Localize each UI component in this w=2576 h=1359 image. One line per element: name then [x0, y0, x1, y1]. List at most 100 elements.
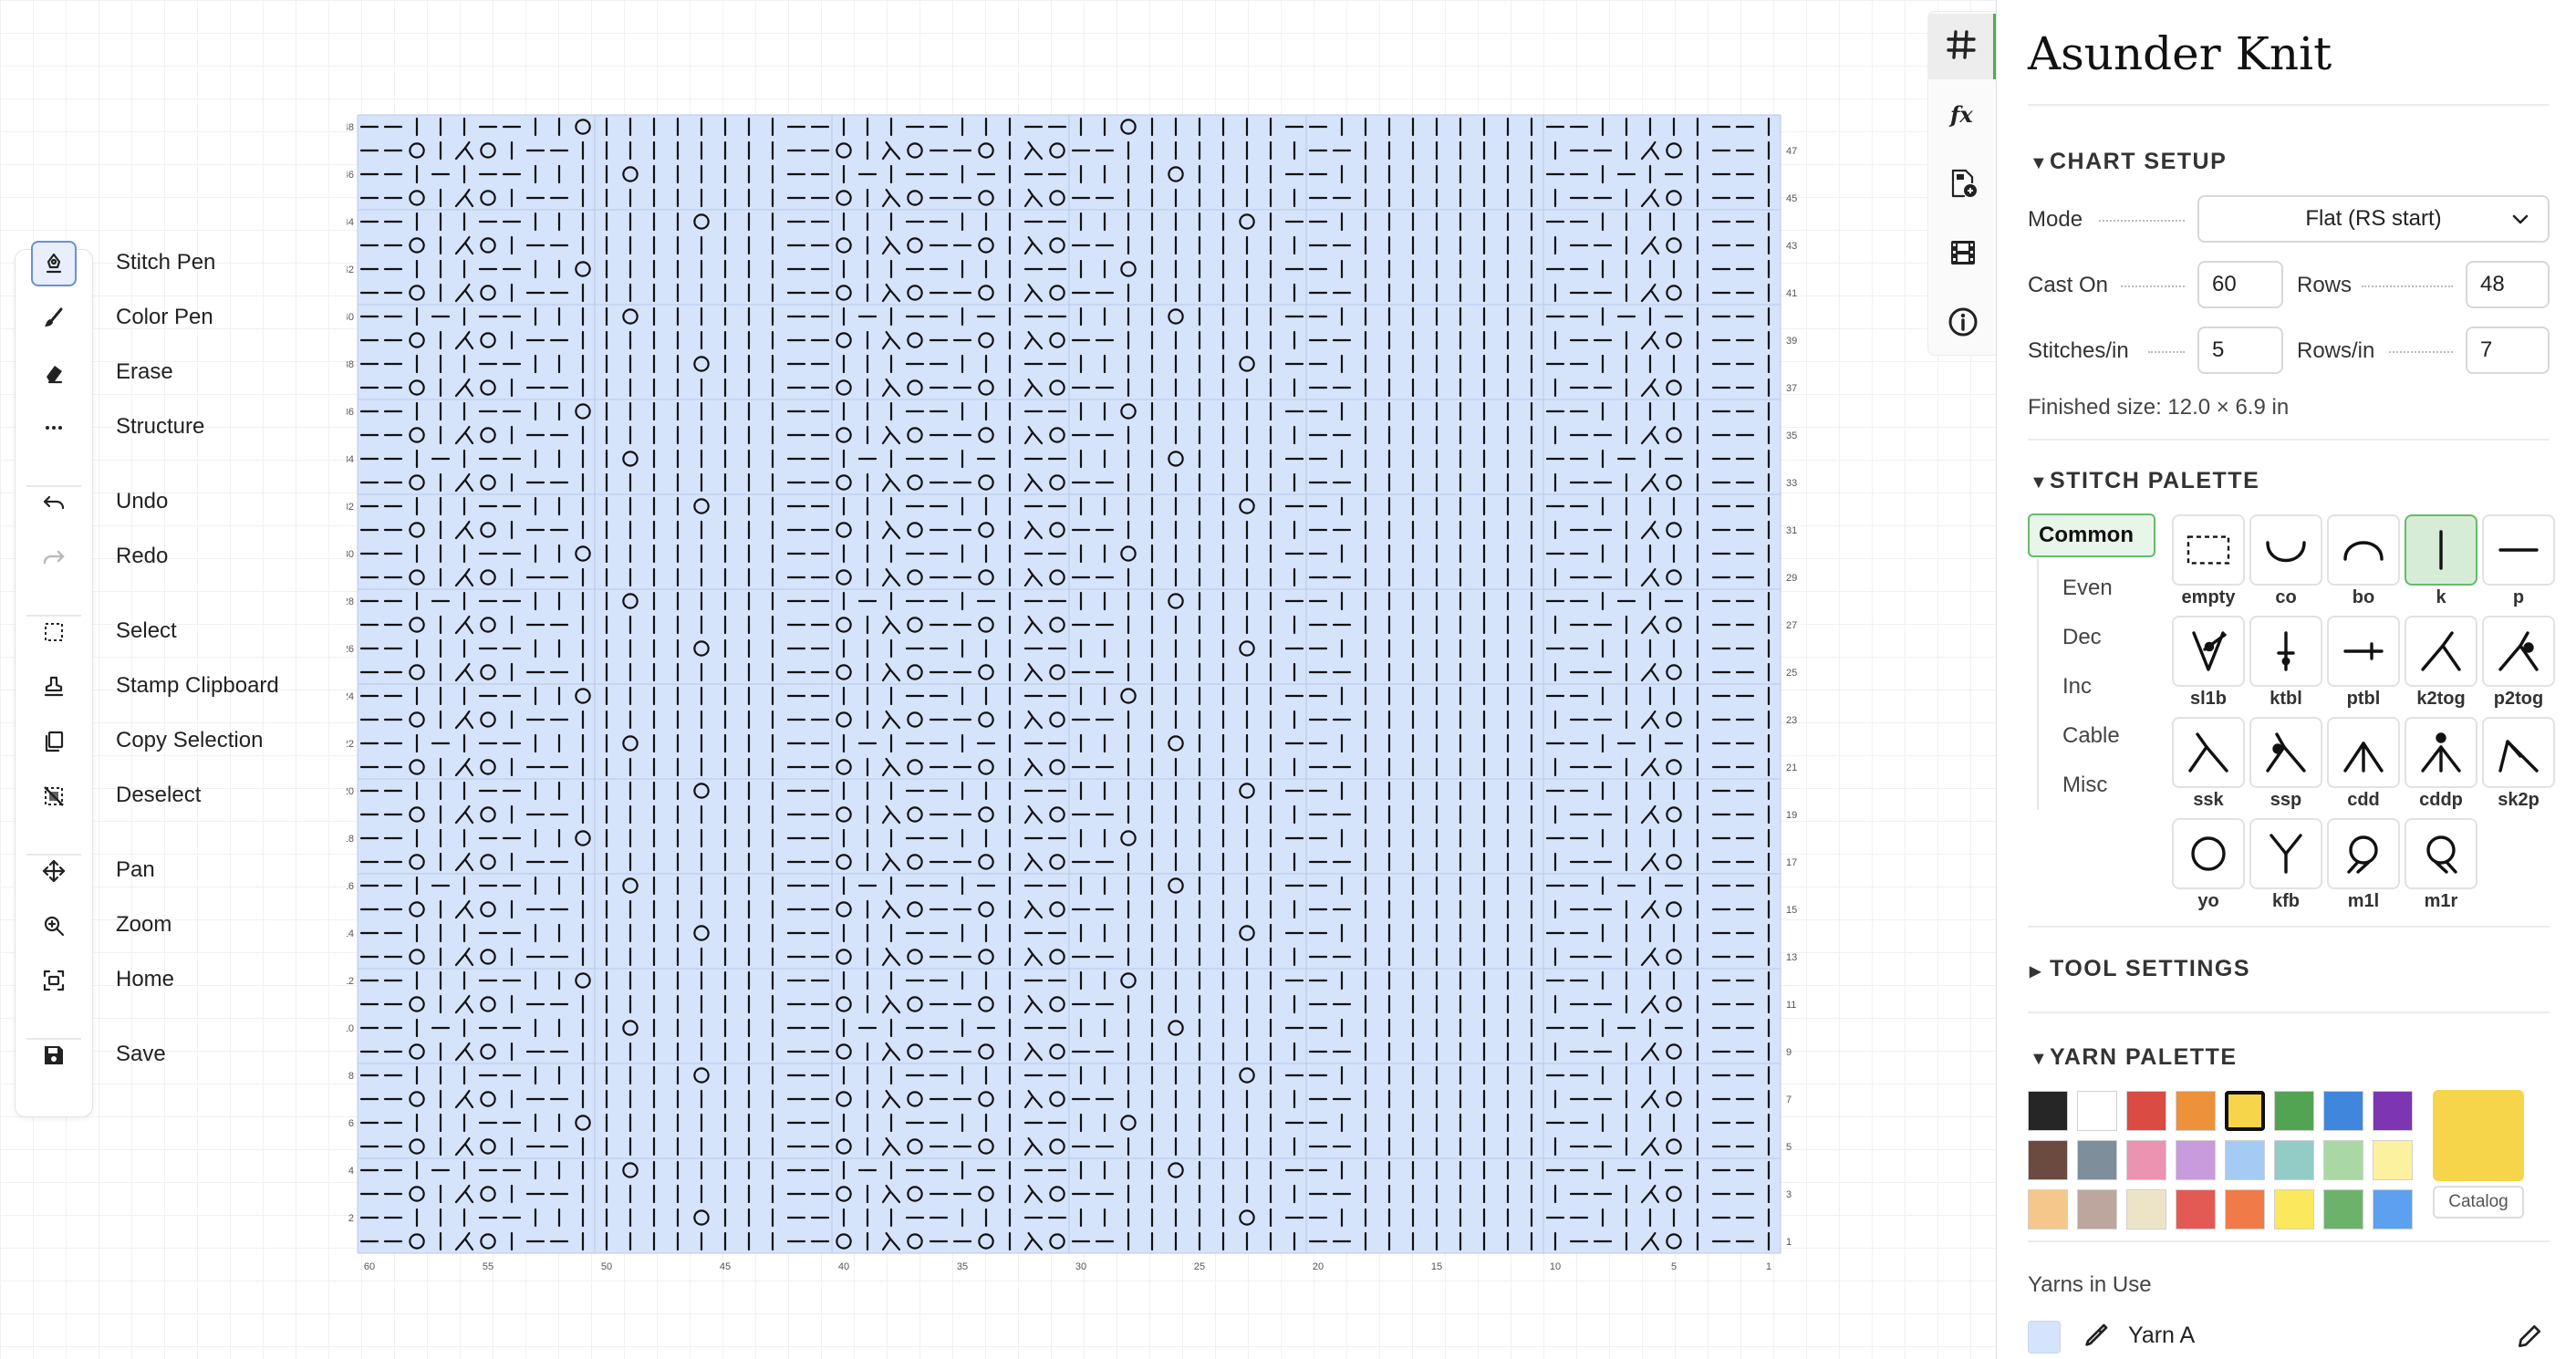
yarn-swatch[interactable] — [2323, 1091, 2363, 1131]
tool-home[interactable] — [16, 955, 92, 1006]
stitch-category-inc[interactable]: Inc — [2044, 665, 2172, 709]
catalog-button[interactable]: Catalog — [2433, 1186, 2524, 1219]
cast-on-input[interactable]: 60 — [2197, 261, 2283, 308]
yarn-swatch[interactable] — [2373, 1189, 2413, 1229]
stitch-p2tog[interactable]: p2tog — [2482, 616, 2555, 714]
yarn-swatch[interactable] — [2274, 1140, 2314, 1180]
yarn-swatch[interactable] — [2225, 1189, 2265, 1229]
tool-stitch-pen[interactable] — [16, 238, 92, 289]
toolbar-divider — [26, 1038, 81, 1040]
yarn-swatch[interactable] — [2274, 1091, 2314, 1131]
tool-redo[interactable] — [16, 532, 92, 583]
stitch-category-cable[interactable]: Cable — [2044, 714, 2172, 758]
stitch-name: ssp — [2270, 790, 2302, 810]
tool-label-copy-selection[interactable]: Copy Selection — [116, 727, 263, 754]
tab-chart[interactable] — [1928, 14, 1997, 79]
tab-film[interactable] — [1928, 222, 1997, 287]
tool-label-deselect[interactable]: Deselect — [116, 782, 201, 809]
tool-label-undo[interactable]: Undo — [116, 488, 168, 515]
tool-deselect[interactable] — [16, 771, 92, 822]
eyedropper-icon[interactable] — [2081, 1322, 2110, 1351]
yarn-swatch[interactable] — [2028, 1091, 2068, 1131]
stitch-category-common[interactable]: Common — [2028, 514, 2155, 557]
tool-color-pen[interactable] — [16, 293, 92, 344]
yarn-swatch[interactable] — [2373, 1091, 2413, 1131]
tool-label-redo[interactable]: Redo — [116, 543, 168, 570]
yarn-swatch[interactable] — [2274, 1189, 2314, 1229]
tool-label-stamp-clipboard[interactable]: Stamp Clipboard — [116, 672, 279, 700]
yarn-swatch[interactable] — [2323, 1189, 2363, 1229]
yarn-swatch[interactable] — [2225, 1091, 2265, 1131]
stitch-empty[interactable]: empty — [2172, 514, 2245, 613]
stitch-ktbl[interactable]: ktbl — [2249, 616, 2322, 714]
tool-label-structure[interactable]: Structure — [116, 413, 204, 441]
stitch-palette-header[interactable]: ▼STITCH PALETTE — [2030, 468, 2259, 494]
tool-zoom[interactable] — [16, 900, 92, 951]
stitch-yo[interactable]: yo — [2172, 818, 2245, 917]
stitch-m1l[interactable]: m1l — [2327, 818, 2400, 917]
rows-label: Rows — [2297, 273, 2353, 297]
stitch-sl1b[interactable]: sl1b — [2172, 616, 2245, 714]
yarn-swatch[interactable] — [2126, 1140, 2166, 1180]
tool-label-pan[interactable]: Pan — [116, 856, 155, 884]
stitch-k2tog[interactable]: k2tog — [2405, 616, 2477, 714]
stitch-cdd[interactable]: cdd — [2327, 717, 2400, 815]
stitch-category-misc[interactable]: Misc — [2044, 763, 2172, 807]
stitch-cddp[interactable]: cddp — [2405, 717, 2477, 815]
tool-settings-header[interactable]: ▶ TOOL SETTINGS — [2030, 956, 2250, 982]
tool-copy-selection[interactable] — [16, 716, 92, 767]
tool-label-save[interactable]: Save — [116, 1041, 166, 1068]
yarn-swatch[interactable] — [2077, 1091, 2117, 1131]
rows-per-inch-input[interactable]: 7 — [2466, 327, 2550, 374]
tool-label-erase[interactable]: Erase — [116, 358, 173, 386]
stitch-co[interactable]: co — [2249, 514, 2322, 613]
stitch-ptbl[interactable]: ptbl — [2327, 616, 2400, 714]
stitch-m1r[interactable]: m1r — [2405, 818, 2477, 917]
stitch-ssp[interactable]: ssp — [2249, 717, 2322, 815]
mode-select[interactable]: Flat (RS start) — [2197, 195, 2550, 243]
yarn-swatch[interactable] — [2077, 1140, 2117, 1180]
knitting-chart[interactable]: 2468101214161820222426283032343638404244… — [347, 106, 1806, 1273]
tool-stamp-clipboard[interactable] — [16, 661, 92, 712]
stitch-name: kfb — [2272, 891, 2300, 911]
tool-label-select[interactable]: Select — [116, 617, 177, 645]
chart-setup-header[interactable]: ▼CHART SETUP — [2030, 149, 2227, 175]
stitch-category-even[interactable]: Even — [2044, 566, 2172, 610]
yarn-swatch[interactable] — [2028, 1140, 2068, 1180]
tool-label-home[interactable]: Home — [116, 966, 174, 993]
yarn-swatch[interactable] — [2225, 1140, 2265, 1180]
tool-structure[interactable] — [16, 402, 92, 453]
yarn-swatch[interactable] — [2077, 1189, 2117, 1229]
tab-export[interactable] — [1928, 152, 1997, 218]
stitch-k[interactable]: k — [2405, 514, 2477, 613]
stitch-bo[interactable]: bo — [2327, 514, 2400, 613]
yarn-swatch[interactable] — [2373, 1140, 2413, 1180]
yarn-swatch[interactable] — [2126, 1091, 2166, 1131]
tool-label-color-pen[interactable]: Color Pen — [116, 304, 213, 331]
chart-svg[interactable]: 2468101214161820222426283032343638404244… — [347, 106, 1806, 1273]
stitch-p[interactable]: p — [2482, 514, 2555, 613]
yarn-swatch[interactable] — [2126, 1189, 2166, 1229]
yarn-palette-header[interactable]: ▼YARN PALETTE — [2030, 1044, 2238, 1071]
yarn-swatch[interactable] — [2176, 1189, 2216, 1229]
stitches-per-inch-input[interactable]: 5 — [2197, 327, 2283, 374]
row-label-left: 38 — [347, 359, 354, 370]
stitch-kfb[interactable]: kfb — [2249, 818, 2322, 917]
yarn-swatch[interactable] — [2028, 1189, 2068, 1229]
tab-info[interactable] — [1928, 291, 1997, 357]
tool-label-stitch-pen[interactable]: Stitch Pen — [116, 249, 215, 276]
yarn-a-swatch[interactable] — [2028, 1321, 2061, 1354]
row-label-left: 20 — [347, 786, 354, 797]
selected-yarn-preview — [2433, 1090, 2524, 1181]
yarn-swatch[interactable] — [2323, 1140, 2363, 1180]
yarn-swatch[interactable] — [2176, 1091, 2216, 1131]
tool-label-zoom[interactable]: Zoom — [116, 911, 171, 939]
yarn-swatch[interactable] — [2176, 1140, 2216, 1180]
tool-erase[interactable] — [16, 348, 92, 399]
rows-input[interactable]: 48 — [2466, 261, 2550, 308]
stitch-sk2p[interactable]: sk2p — [2482, 717, 2555, 815]
pencil-icon[interactable] — [2515, 1322, 2544, 1351]
tab-formula[interactable]: fx — [1928, 83, 1997, 149]
stitch-category-dec[interactable]: Dec — [2044, 616, 2172, 659]
stitch-ssk[interactable]: ssk — [2172, 717, 2245, 815]
